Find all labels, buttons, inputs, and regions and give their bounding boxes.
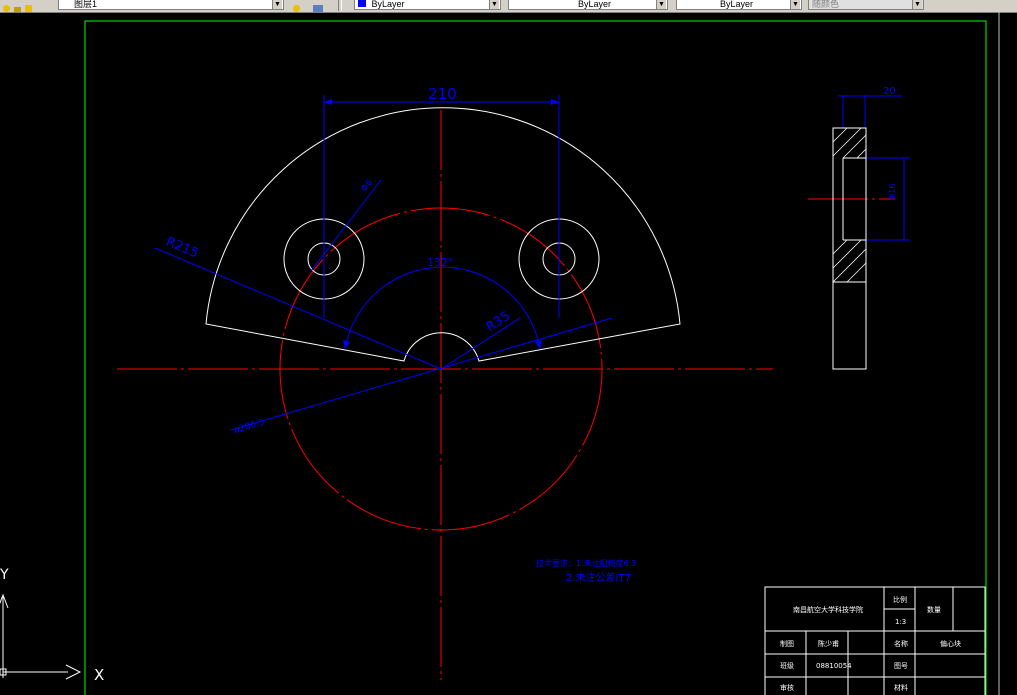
dim-width-text: 210 bbox=[428, 85, 457, 103]
chevron-down-icon: ▼ bbox=[272, 0, 282, 9]
color-dropdown-value: ByLayer bbox=[371, 0, 405, 9]
ucs-icon bbox=[0, 593, 82, 680]
center-lines bbox=[117, 110, 895, 680]
color-swatch-icon bbox=[358, 0, 366, 7]
chevron-down-icon: ▼ bbox=[656, 0, 666, 9]
title-part-name: 偏心块 bbox=[940, 639, 961, 648]
layer-state-icon[interactable] bbox=[2, 0, 11, 12]
title-scale-value: 1:3 bbox=[895, 618, 906, 626]
title-class-value: 08810054 bbox=[816, 662, 852, 670]
title-drawn-name: 陈少甫 bbox=[818, 639, 839, 648]
title-drawn-label: 制图 bbox=[780, 639, 794, 648]
dimension-lines bbox=[154, 95, 910, 431]
part-outline bbox=[205, 107, 681, 362]
dim-outer-radius-text: R215 bbox=[164, 234, 201, 261]
title-scale-label: 比例 bbox=[893, 595, 907, 604]
lineweight-dropdown[interactable]: ByLayer ▼ bbox=[676, 0, 802, 10]
layer-dropdown[interactable]: 图层1 ▼ bbox=[58, 0, 284, 10]
title-name-label: 名称 bbox=[894, 639, 908, 648]
title-drawing-no-label: 图号 bbox=[894, 662, 908, 670]
make-current-layer-icon[interactable] bbox=[292, 0, 301, 12]
ucs-y-label: Y bbox=[0, 567, 9, 583]
dim-side-height-text: Φ16 bbox=[888, 184, 897, 200]
lineweight-dropdown-value: ByLayer bbox=[720, 0, 754, 9]
layer-previous-icon[interactable] bbox=[312, 0, 323, 12]
linetype-dropdown-value: ByLayer bbox=[578, 0, 612, 9]
drawing-canvas[interactable]: 210 Φ6 R215 132° R35 ø286.5 20 Φ16 技术要求：… bbox=[0, 12, 1017, 695]
tech-requirement-1: 技术要求：1.未注粗糙度6.3 bbox=[536, 558, 636, 568]
chevron-down-icon: ▼ bbox=[912, 0, 922, 9]
title-class-label: 班级 bbox=[780, 661, 794, 670]
dim-side-thickness-text: 20 bbox=[883, 86, 896, 97]
dim-hole-text: Φ6 bbox=[360, 178, 376, 194]
color-dropdown[interactable]: ByLayer ▼ bbox=[354, 0, 501, 10]
drawing-border-frame bbox=[84, 20, 987, 695]
plotstyle-dropdown[interactable]: 随颜色 ▼ bbox=[808, 0, 924, 10]
tech-requirement-2: 2.未注公差IT7 bbox=[566, 571, 631, 584]
title-school: 南昌航空大学科技学院 bbox=[793, 605, 863, 614]
plotstyle-dropdown-value: 随颜色 bbox=[812, 0, 840, 9]
ucs-x-label: X bbox=[94, 666, 104, 684]
dim-diameter-text: ø286.5 bbox=[233, 418, 266, 436]
layer-dropdown-value: 图层1 bbox=[74, 0, 98, 9]
chevron-down-icon: ▼ bbox=[489, 0, 499, 9]
layer-color-swatch-icon[interactable] bbox=[24, 0, 33, 12]
title-qty-label: 数量 bbox=[927, 605, 941, 614]
section-hatch bbox=[832, 127, 867, 283]
dim-inner-radius-text: R35 bbox=[484, 309, 514, 336]
dim-angle-text: 132° bbox=[427, 256, 454, 269]
chevron-down-icon: ▼ bbox=[790, 0, 800, 9]
linetype-dropdown[interactable]: ByLayer ▼ bbox=[508, 0, 668, 10]
title-material-label: 材料 bbox=[894, 683, 908, 692]
layer-lock-icon[interactable] bbox=[13, 0, 22, 12]
title-check-label: 审核 bbox=[780, 683, 794, 692]
toolbar-separator bbox=[338, 0, 342, 11]
